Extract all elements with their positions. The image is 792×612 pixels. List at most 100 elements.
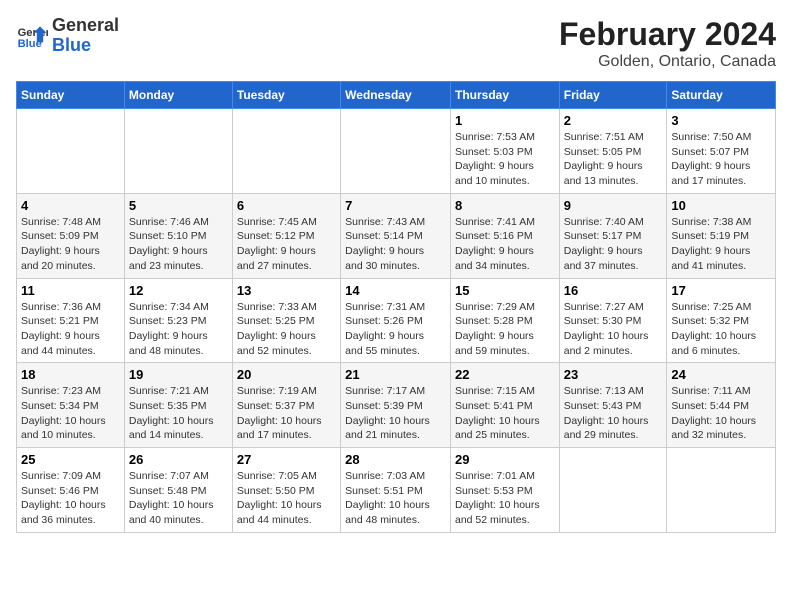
day-info: Sunrise: 7:53 AM Sunset: 5:03 PM Dayligh…: [455, 130, 555, 189]
calendar-cell: 6 Sunrise: 7:45 AM Sunset: 5:12 PM Daylig…: [232, 193, 340, 278]
day-number: 5: [129, 198, 228, 213]
calendar-cell: 11Sunrise: 7:36 AM Sunset: 5:21 PM Dayli…: [17, 278, 125, 363]
day-info: Sunrise: 7:09 AM Sunset: 5:46 PM Dayligh…: [21, 469, 120, 528]
day-number: 13: [237, 283, 336, 298]
day-number: 27: [237, 452, 336, 467]
day-number: 19: [129, 367, 228, 382]
logo-line2: Blue: [52, 36, 119, 56]
calendar-body: 1 Sunrise: 7:53 AM Sunset: 5:03 PM Daylig…: [17, 109, 776, 533]
day-info: Sunrise: 7:15 AM Sunset: 5:41 PM Dayligh…: [455, 384, 555, 443]
day-number: 6: [237, 198, 336, 213]
calendar-table: SundayMondayTuesdayWednesdayThursdayFrid…: [16, 81, 776, 533]
day-number: 20: [237, 367, 336, 382]
day-number: 10: [671, 198, 771, 213]
day-info: Sunrise: 7:31 AM Sunset: 5:26 PM Dayligh…: [345, 300, 446, 359]
calendar-cell: [667, 448, 776, 533]
column-header-saturday: Saturday: [667, 82, 776, 109]
calendar-cell: 18 Sunrise: 7:23 AM Sunset: 5:34 PM Dayli…: [17, 363, 125, 448]
day-number: 21: [345, 367, 446, 382]
calendar-subtitle: Golden, Ontario, Canada: [559, 53, 776, 71]
calendar-week-5: 25 Sunrise: 7:09 AM Sunset: 5:46 PM Dayli…: [17, 448, 776, 533]
calendar-cell: 1 Sunrise: 7:53 AM Sunset: 5:03 PM Daylig…: [450, 109, 559, 194]
calendar-cell: [232, 109, 340, 194]
svg-text:General: General: [18, 27, 48, 39]
calendar-cell: 5 Sunrise: 7:46 AM Sunset: 5:10 PM Daylig…: [124, 193, 232, 278]
calendar-cell: 13Sunrise: 7:33 AM Sunset: 5:25 PM Dayli…: [232, 278, 340, 363]
calendar-cell: 19 Sunrise: 7:21 AM Sunset: 5:35 PM Dayli…: [124, 363, 232, 448]
calendar-cell: 22 Sunrise: 7:15 AM Sunset: 5:41 PM Dayli…: [450, 363, 559, 448]
calendar-cell: 21 Sunrise: 7:17 AM Sunset: 5:39 PM Dayli…: [341, 363, 451, 448]
day-info: Sunrise: 7:17 AM Sunset: 5:39 PM Dayligh…: [345, 384, 446, 443]
day-number: 24: [671, 367, 771, 382]
day-number: 2: [564, 113, 663, 128]
day-info: Sunrise: 7:40 AM Sunset: 5:17 PM Dayligh…: [564, 215, 663, 274]
day-number: 8: [455, 198, 555, 213]
day-number: 18: [21, 367, 120, 382]
day-number: 22: [455, 367, 555, 382]
column-header-thursday: Thursday: [450, 82, 559, 109]
calendar-cell: 12Sunrise: 7:34 AM Sunset: 5:23 PM Dayli…: [124, 278, 232, 363]
calendar-cell: 24 Sunrise: 7:11 AM Sunset: 5:44 PM Dayli…: [667, 363, 776, 448]
day-number: 26: [129, 452, 228, 467]
page-header: General Blue General Blue February 2024 …: [16, 16, 776, 71]
day-info: Sunrise: 7:11 AM Sunset: 5:44 PM Dayligh…: [671, 384, 771, 443]
logo-text: General Blue: [52, 16, 119, 56]
day-info: Sunrise: 7:43 AM Sunset: 5:14 PM Dayligh…: [345, 215, 446, 274]
calendar-cell: 16 Sunrise: 7:27 AM Sunset: 5:30 PM Dayli…: [559, 278, 667, 363]
day-number: 12: [129, 283, 228, 298]
day-number: 1: [455, 113, 555, 128]
calendar-cell: 20 Sunrise: 7:19 AM Sunset: 5:37 PM Dayli…: [232, 363, 340, 448]
day-info: Sunrise: 7:41 AM Sunset: 5:16 PM Dayligh…: [455, 215, 555, 274]
day-info: Sunrise: 7:46 AM Sunset: 5:10 PM Dayligh…: [129, 215, 228, 274]
day-number: 14: [345, 283, 446, 298]
day-info: Sunrise: 7:29 AM Sunset: 5:28 PM Dayligh…: [455, 300, 555, 359]
day-number: 9: [564, 198, 663, 213]
calendar-cell: 14 Sunrise: 7:31 AM Sunset: 5:26 PM Dayli…: [341, 278, 451, 363]
day-number: 28: [345, 452, 446, 467]
calendar-title: February 2024: [559, 16, 776, 53]
day-info: Sunrise: 7:38 AM Sunset: 5:19 PM Dayligh…: [671, 215, 771, 274]
day-number: 7: [345, 198, 446, 213]
day-info: Sunrise: 7:05 AM Sunset: 5:50 PM Dayligh…: [237, 469, 336, 528]
day-info: Sunrise: 7:19 AM Sunset: 5:37 PM Dayligh…: [237, 384, 336, 443]
calendar-cell: 9 Sunrise: 7:40 AM Sunset: 5:17 PM Daylig…: [559, 193, 667, 278]
calendar-cell: 2 Sunrise: 7:51 AM Sunset: 5:05 PM Daylig…: [559, 109, 667, 194]
calendar-cell: 7 Sunrise: 7:43 AM Sunset: 5:14 PM Daylig…: [341, 193, 451, 278]
logo-icon: General Blue: [16, 20, 48, 52]
day-info: Sunrise: 7:45 AM Sunset: 5:12 PM Dayligh…: [237, 215, 336, 274]
calendar-week-3: 11Sunrise: 7:36 AM Sunset: 5:21 PM Dayli…: [17, 278, 776, 363]
day-info: Sunrise: 7:27 AM Sunset: 5:30 PM Dayligh…: [564, 300, 663, 359]
calendar-week-4: 18 Sunrise: 7:23 AM Sunset: 5:34 PM Dayli…: [17, 363, 776, 448]
calendar-cell: 3Sunrise: 7:50 AM Sunset: 5:07 PM Daylig…: [667, 109, 776, 194]
day-info: Sunrise: 7:25 AM Sunset: 5:32 PM Dayligh…: [671, 300, 771, 359]
day-info: Sunrise: 7:21 AM Sunset: 5:35 PM Dayligh…: [129, 384, 228, 443]
column-header-wednesday: Wednesday: [341, 82, 451, 109]
calendar-cell: 10 Sunrise: 7:38 AM Sunset: 5:19 PM Dayli…: [667, 193, 776, 278]
day-info: Sunrise: 7:07 AM Sunset: 5:48 PM Dayligh…: [129, 469, 228, 528]
calendar-week-2: 4Sunrise: 7:48 AM Sunset: 5:09 PM Daylig…: [17, 193, 776, 278]
calendar-cell: [17, 109, 125, 194]
day-number: 29: [455, 452, 555, 467]
calendar-cell: 15 Sunrise: 7:29 AM Sunset: 5:28 PM Dayli…: [450, 278, 559, 363]
calendar-cell: 25 Sunrise: 7:09 AM Sunset: 5:46 PM Dayli…: [17, 448, 125, 533]
day-number: 16: [564, 283, 663, 298]
day-info: Sunrise: 7:36 AM Sunset: 5:21 PM Dayligh…: [21, 300, 120, 359]
calendar-cell: 17 Sunrise: 7:25 AM Sunset: 5:32 PM Dayli…: [667, 278, 776, 363]
column-header-tuesday: Tuesday: [232, 82, 340, 109]
calendar-cell: 26 Sunrise: 7:07 AM Sunset: 5:48 PM Dayli…: [124, 448, 232, 533]
calendar-cell: 4Sunrise: 7:48 AM Sunset: 5:09 PM Daylig…: [17, 193, 125, 278]
day-number: 17: [671, 283, 771, 298]
calendar-cell: 28Sunrise: 7:03 AM Sunset: 5:51 PM Dayli…: [341, 448, 451, 533]
day-info: Sunrise: 7:48 AM Sunset: 5:09 PM Dayligh…: [21, 215, 120, 274]
day-info: Sunrise: 7:01 AM Sunset: 5:53 PM Dayligh…: [455, 469, 555, 528]
day-info: Sunrise: 7:51 AM Sunset: 5:05 PM Dayligh…: [564, 130, 663, 189]
day-number: 25: [21, 452, 120, 467]
day-number: 15: [455, 283, 555, 298]
day-info: Sunrise: 7:50 AM Sunset: 5:07 PM Dayligh…: [671, 130, 771, 189]
day-number: 23: [564, 367, 663, 382]
day-info: Sunrise: 7:13 AM Sunset: 5:43 PM Dayligh…: [564, 384, 663, 443]
day-info: Sunrise: 7:23 AM Sunset: 5:34 PM Dayligh…: [21, 384, 120, 443]
calendar-cell: 27 Sunrise: 7:05 AM Sunset: 5:50 PM Dayli…: [232, 448, 340, 533]
column-header-friday: Friday: [559, 82, 667, 109]
calendar-week-1: 1 Sunrise: 7:53 AM Sunset: 5:03 PM Daylig…: [17, 109, 776, 194]
